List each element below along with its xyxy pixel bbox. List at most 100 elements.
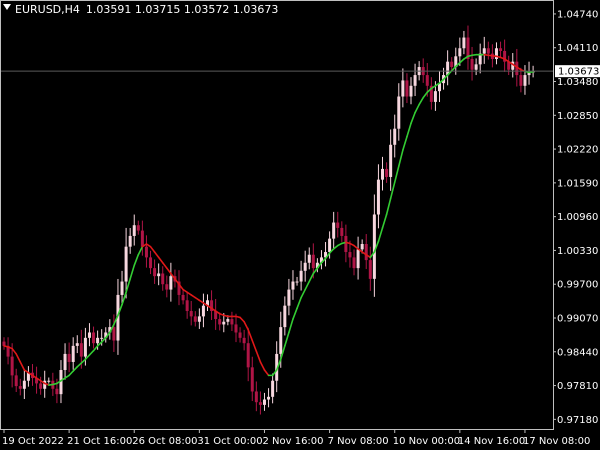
candle-body	[291, 282, 294, 290]
candle-body	[202, 306, 205, 317]
candle-body	[458, 48, 461, 56]
candle-body	[222, 322, 225, 325]
current-price-label: 1.03673	[558, 67, 599, 78]
candle-body	[247, 343, 250, 367]
y-tick-label: 0.99070	[557, 313, 598, 324]
candle-body	[96, 338, 99, 343]
candle-body	[165, 284, 168, 289]
candle-body	[381, 169, 384, 180]
candle-body	[68, 354, 71, 362]
candle-body	[348, 252, 351, 257]
ohlc-values: 1.03591 1.03715 1.03572 1.03673	[86, 3, 278, 16]
candle-body	[332, 223, 335, 239]
candle-body	[121, 282, 124, 295]
candle-body	[133, 225, 136, 236]
y-tick-label: 1.01590	[557, 178, 598, 189]
candle-body	[149, 257, 152, 268]
candle-body	[161, 273, 164, 284]
candle-body	[340, 228, 343, 236]
x-tick-label: 31 Oct 00:00	[197, 436, 262, 447]
candle-body	[304, 263, 307, 271]
candle-body	[137, 225, 140, 230]
x-tick-label: 7 Nov 08:00	[328, 436, 389, 447]
candle-body	[475, 64, 478, 69]
candle-body	[385, 169, 388, 177]
price-chart[interactable]: EURUSD,H4 1.03591 1.03715 1.03572 1.03673…	[0, 0, 600, 450]
y-tick-label: 0.98440	[557, 347, 598, 358]
candle-body	[234, 324, 237, 332]
candle-body	[296, 282, 299, 283]
candle-body	[259, 402, 262, 405]
candle-body	[462, 38, 465, 49]
symbol-label: EURUSD,H4	[15, 3, 80, 16]
candle-body	[39, 383, 42, 388]
candle-body	[328, 239, 331, 252]
candle-body	[251, 367, 254, 391]
candle-body	[84, 338, 87, 357]
candle-body	[487, 48, 490, 53]
y-tick-label: 0.99700	[557, 280, 598, 291]
candle-body	[11, 357, 14, 376]
y-tick-label: 1.00330	[557, 246, 598, 257]
x-tick-label: 26 Oct 08:00	[132, 436, 197, 447]
candle-body	[361, 244, 364, 249]
chart-title: EURUSD,H4 1.03591 1.03715 1.03572 1.03673	[15, 3, 278, 16]
y-tick-label: 1.02850	[557, 111, 598, 122]
candle-body	[80, 343, 83, 356]
y-tick-label: 1.03480	[557, 77, 598, 88]
candle-body	[145, 247, 148, 258]
candle-body	[450, 62, 453, 67]
candle-body	[393, 129, 396, 145]
candle-body	[15, 375, 18, 386]
x-tick-label: 19 Oct 2022	[2, 436, 64, 447]
candle-body	[369, 260, 372, 279]
candle-body	[312, 255, 315, 268]
candle-body	[198, 316, 201, 321]
candle-body	[239, 332, 242, 337]
candle-body	[112, 327, 115, 340]
candle-body	[153, 268, 156, 276]
candle-body	[287, 290, 290, 306]
candle-body	[471, 59, 474, 70]
candle-body	[523, 75, 526, 86]
candle-body	[279, 327, 282, 354]
candle-body	[141, 231, 144, 247]
candle-body	[308, 255, 311, 263]
candle-body	[426, 75, 429, 86]
candle-body	[373, 215, 376, 279]
candle-body	[405, 80, 408, 96]
candle-body	[226, 319, 229, 322]
candle-body	[64, 354, 67, 370]
candle-body	[414, 75, 417, 86]
candle-body	[271, 381, 274, 397]
candle-body	[72, 346, 75, 362]
candle-body	[88, 332, 91, 337]
candle-body	[125, 247, 128, 282]
x-tick-label: 21 Oct 16:00	[67, 436, 132, 447]
candle-body	[194, 316, 197, 321]
candle-body	[186, 300, 189, 311]
candle-body	[92, 332, 95, 343]
x-tick-label: 10 Nov 00:00	[393, 436, 460, 447]
candle-body	[410, 86, 413, 97]
candle-body	[519, 75, 522, 86]
candle-body	[263, 400, 266, 405]
current-price-box: 1.03673	[555, 65, 600, 78]
y-tick-label: 1.04740	[557, 9, 598, 20]
y-tick-label: 0.97810	[557, 381, 598, 392]
candle-body	[47, 381, 50, 382]
candle-body	[483, 48, 486, 53]
candle-body	[182, 295, 185, 300]
x-tick-label: 2 Nov 16:00	[262, 436, 323, 447]
candle-body	[230, 319, 233, 324]
candle-body	[377, 180, 380, 215]
candle-body	[267, 397, 270, 400]
candle-body	[243, 338, 246, 343]
candle-body	[357, 249, 360, 268]
candle-body	[401, 80, 404, 96]
y-tick-label: 1.02220	[557, 145, 598, 156]
candle-body	[23, 381, 26, 389]
candle-body	[218, 319, 221, 324]
x-tick-label: 14 Nov 16:00	[458, 436, 525, 447]
candle-body	[283, 306, 286, 327]
